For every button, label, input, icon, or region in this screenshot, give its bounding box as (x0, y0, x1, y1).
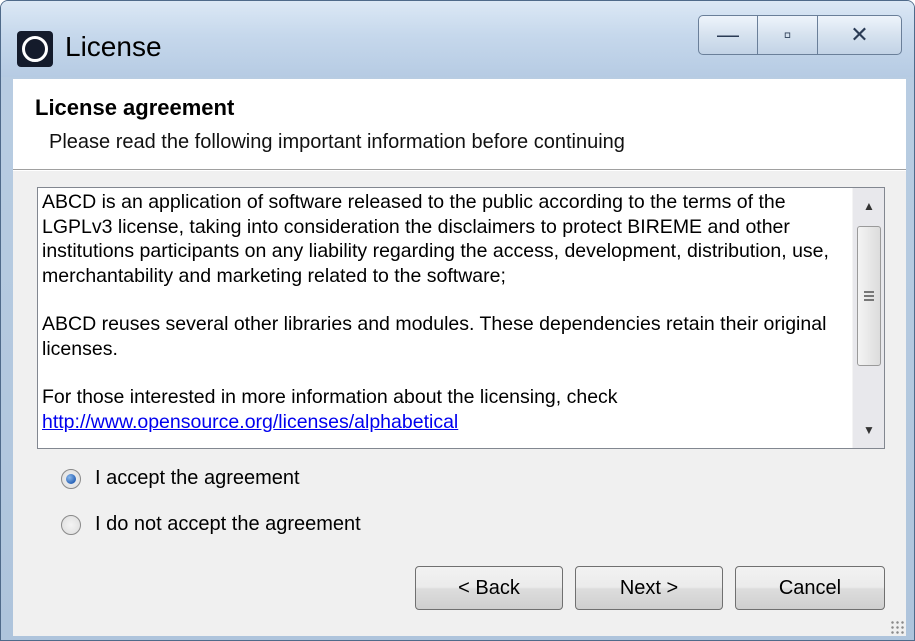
scroll-up-button[interactable]: ▲ (853, 188, 884, 224)
license-link[interactable]: http://www.opensource.org/licenses/alpha… (42, 411, 458, 433)
scroll-up-icon: ▲ (863, 199, 875, 213)
grip-icon (864, 291, 874, 301)
minimize-icon: — (717, 22, 739, 47)
license-paragraph-3-text: For those interested in more information… (42, 386, 618, 408)
decline-radio[interactable] (61, 514, 81, 535)
license-paragraph-1: ABCD is an application of software relea… (42, 191, 829, 287)
minimize-button[interactable]: — (698, 15, 758, 55)
resize-grip[interactable] (890, 620, 904, 634)
app-icon (17, 31, 53, 67)
scroll-thumb[interactable] (857, 226, 881, 366)
decline-option[interactable]: I do not accept the agreement (61, 513, 361, 536)
close-icon: ✕ (850, 22, 869, 47)
decline-label: I do not accept the agreement (95, 513, 361, 535)
page-title: License agreement (35, 95, 235, 120)
license-dialog: License — ▫ ✕ License agreement Please r… (0, 0, 915, 641)
accept-radio[interactable] (61, 468, 81, 489)
vertical-scrollbar[interactable]: ▲ ▼ (852, 188, 884, 448)
title-bar[interactable]: License — ▫ ✕ (1, 1, 914, 77)
maximize-button[interactable]: ▫ (758, 15, 818, 55)
license-text: ABCD is an application of software relea… (42, 190, 852, 434)
back-button[interactable]: < Back (415, 566, 563, 610)
close-button[interactable]: ✕ (818, 15, 902, 55)
license-paragraph-2: ABCD reuses several other libraries and … (42, 313, 827, 360)
accept-label: I accept the agreement (95, 467, 300, 489)
cancel-button[interactable]: Cancel (735, 566, 885, 610)
license-paragraph-3: For those interested in more information… (42, 385, 852, 434)
next-button[interactable]: Next > (575, 566, 723, 610)
accept-option[interactable]: I accept the agreement (61, 467, 300, 490)
window-title: License (65, 31, 162, 62)
maximize-icon: ▫ (783, 22, 792, 47)
header-panel: License agreement Please read the follow… (13, 79, 906, 169)
header-divider (13, 169, 906, 171)
scroll-down-icon: ▼ (863, 423, 875, 437)
scroll-down-button[interactable]: ▼ (853, 412, 884, 448)
license-textbox[interactable]: ABCD is an application of software relea… (37, 187, 885, 449)
page-subtitle: Please read the following important info… (49, 131, 625, 153)
caption-buttons: — ▫ ✕ (698, 15, 902, 59)
dialog-body: License agreement Please read the follow… (13, 79, 906, 636)
